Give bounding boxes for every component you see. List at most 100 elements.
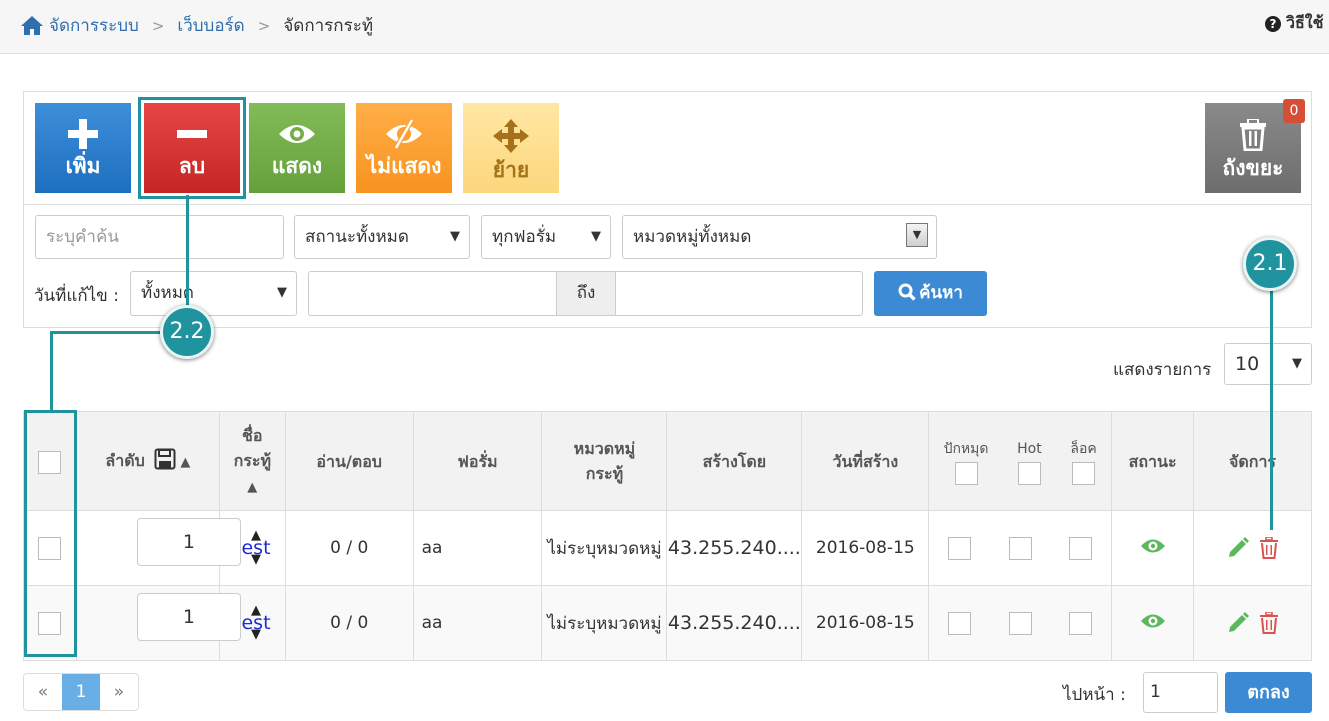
hot-checkbox[interactable] [1008,536,1032,560]
category-header: หมวดหมู่กระทู้ [541,411,668,511]
add-button[interactable]: เพิ่ม [35,103,131,193]
category-cell: ไม่ระบุหมวดหมู่ [541,585,668,661]
pin-header-label: ปักหมุด [943,441,989,457]
hot-header: Hot [1017,437,1042,485]
next-page-button[interactable]: » [100,674,138,710]
order-down-icon[interactable]: ▼ [251,627,261,642]
arrows-move-icon [493,119,529,153]
callout-line [50,331,53,411]
goto-ok-button[interactable]: ตกลง [1225,672,1312,713]
manage-header: จัดการ [1193,411,1312,511]
callout-2-2: 2.2 [160,305,214,359]
lock-header: ล็อค [1070,437,1097,485]
forum-select[interactable]: ทุกฟอรั่ม ▼ [481,215,611,259]
search-icon [898,283,916,301]
name-header-label: ชื่อกระทู้ [233,425,271,470]
page-1-button[interactable]: 1 [62,674,100,710]
dropdown-arrow-icon[interactable]: ▼ [906,223,928,247]
plus-icon [68,119,98,149]
delete-button[interactable]: ลบ [138,97,246,199]
trash-icon[interactable] [1259,537,1279,559]
pin-all-checkbox[interactable] [954,462,978,485]
lock-checkbox[interactable] [1069,611,1093,635]
date-range-select[interactable]: ทั้งหมด ▼ [130,271,297,316]
goto-page-input[interactable]: 1 [1143,672,1218,713]
created-date-header: วันที่สร้าง [801,411,930,511]
eye-icon [279,125,315,143]
eye-icon[interactable] [1140,537,1166,555]
trash-icon [1240,119,1266,151]
breadcrumb-separator: > [151,16,165,35]
app-root: จัดการระบบ > เว็บบอร์ด > จัดการกระทู้ ? … [0,0,1329,721]
caret-down-icon: ▼ [591,229,601,244]
goto-label: ไปหน้า : [1063,685,1126,705]
minus-icon [177,130,207,138]
flags-cell [928,585,1113,661]
trash-label: ถังขยะ [1222,156,1284,180]
hide-label: ไม่แสดง [366,154,442,178]
order-down-icon[interactable]: ▼ [251,552,261,567]
lock-checkbox[interactable] [1069,536,1093,560]
callout-line [1270,280,1273,530]
lock-header-label: ล็อค [1070,441,1097,457]
sort-up-icon[interactable]: ▲ [247,480,257,495]
caret-down-icon: ▼ [277,285,287,300]
breadcrumb-home[interactable]: จัดการระบบ [49,12,139,39]
forum-header: ฟอรั่ม [412,411,543,511]
pin-checkbox[interactable] [948,611,972,635]
category-select[interactable]: หมวดหมู่ทั้งหมด ▼ [622,215,937,259]
order-up-icon[interactable]: ▲ [251,528,261,543]
callout-2-1: 2.1 [1243,237,1297,291]
hide-button[interactable]: ไม่แสดง [356,103,452,193]
breadcrumb-webboard[interactable]: เว็บบอร์ด [177,12,244,39]
status-cell [1111,585,1195,661]
show-label: แสดง [271,154,323,178]
forum-cell: aa [412,510,543,586]
breadcrumb-current: จัดการกระทู้ [283,16,374,36]
topics-table: ลำดับ ▲ ชื่อกระทู้ ▲ อ่าน/ตอบ ฟอรั่ม หมวด… [23,411,1312,661]
home-icon[interactable] [20,15,44,36]
page-size-select[interactable]: 10 ▼ [1224,343,1312,385]
date-from-input[interactable] [309,272,556,315]
callout-line [186,195,189,315]
move-button[interactable]: ย้าย [463,103,559,193]
hot-checkbox[interactable] [1008,611,1032,635]
category-value: หมวดหมู่ทั้งหมด [633,227,752,247]
order-up-icon[interactable]: ▲ [251,603,261,618]
prev-page-button[interactable]: « [24,674,62,710]
order-header[interactable]: ลำดับ ▲ [75,411,220,511]
status-header: สถานะ [1111,411,1195,511]
eye-icon[interactable] [1140,612,1166,630]
save-icon[interactable] [154,448,176,470]
hot-all-checkbox[interactable] [1017,462,1041,485]
table-row: 1 ▲ ▼ test 0 / 0 aa ไม่ระบุหมวดหมู่ 43.255… [23,585,1312,661]
search-button-label: ค้นหา [919,283,963,303]
help-link[interactable]: ? วิธีใช้ [1265,11,1323,36]
show-button[interactable]: แสดง [249,103,345,193]
trash-button[interactable]: ถังขยะ 0 [1205,99,1305,193]
sort-up-icon[interactable]: ▲ [180,455,190,470]
search-input[interactable]: ระบุคำค้น [35,215,284,259]
manage-cell [1193,585,1312,661]
checkbox-column-highlight [24,410,77,657]
status-cell [1111,510,1195,586]
order-cell: 1 ▲ ▼ [75,510,261,586]
trash-icon[interactable] [1259,612,1279,634]
name-header[interactable]: ชื่อกระทู้ ▲ [218,411,286,511]
created-by-header: สร้างโดย [666,411,803,511]
edit-pencil-icon[interactable] [1227,537,1249,559]
order-input[interactable]: 1 [136,593,241,641]
search-button[interactable]: ค้นหา [874,271,987,316]
order-header-label: ลำดับ [105,450,145,470]
status-select[interactable]: สถานะทั้งหมด ▼ [294,215,470,259]
eye-slash-icon [386,119,422,149]
lock-all-checkbox[interactable] [1072,462,1096,485]
date-range-group: ถึง [308,271,863,316]
table-header: ลำดับ ▲ ชื่อกระทู้ ▲ อ่าน/ตอบ ฟอรั่ม หมวด… [23,411,1312,511]
add-label: เพิ่ม [65,154,101,178]
top-bar: จัดการระบบ > เว็บบอร์ด > จัดการกระทู้ ? … [0,0,1329,54]
pin-checkbox[interactable] [948,536,972,560]
date-to-input[interactable] [616,272,862,315]
edit-pencil-icon[interactable] [1227,612,1249,634]
order-input[interactable]: 1 [136,518,241,566]
